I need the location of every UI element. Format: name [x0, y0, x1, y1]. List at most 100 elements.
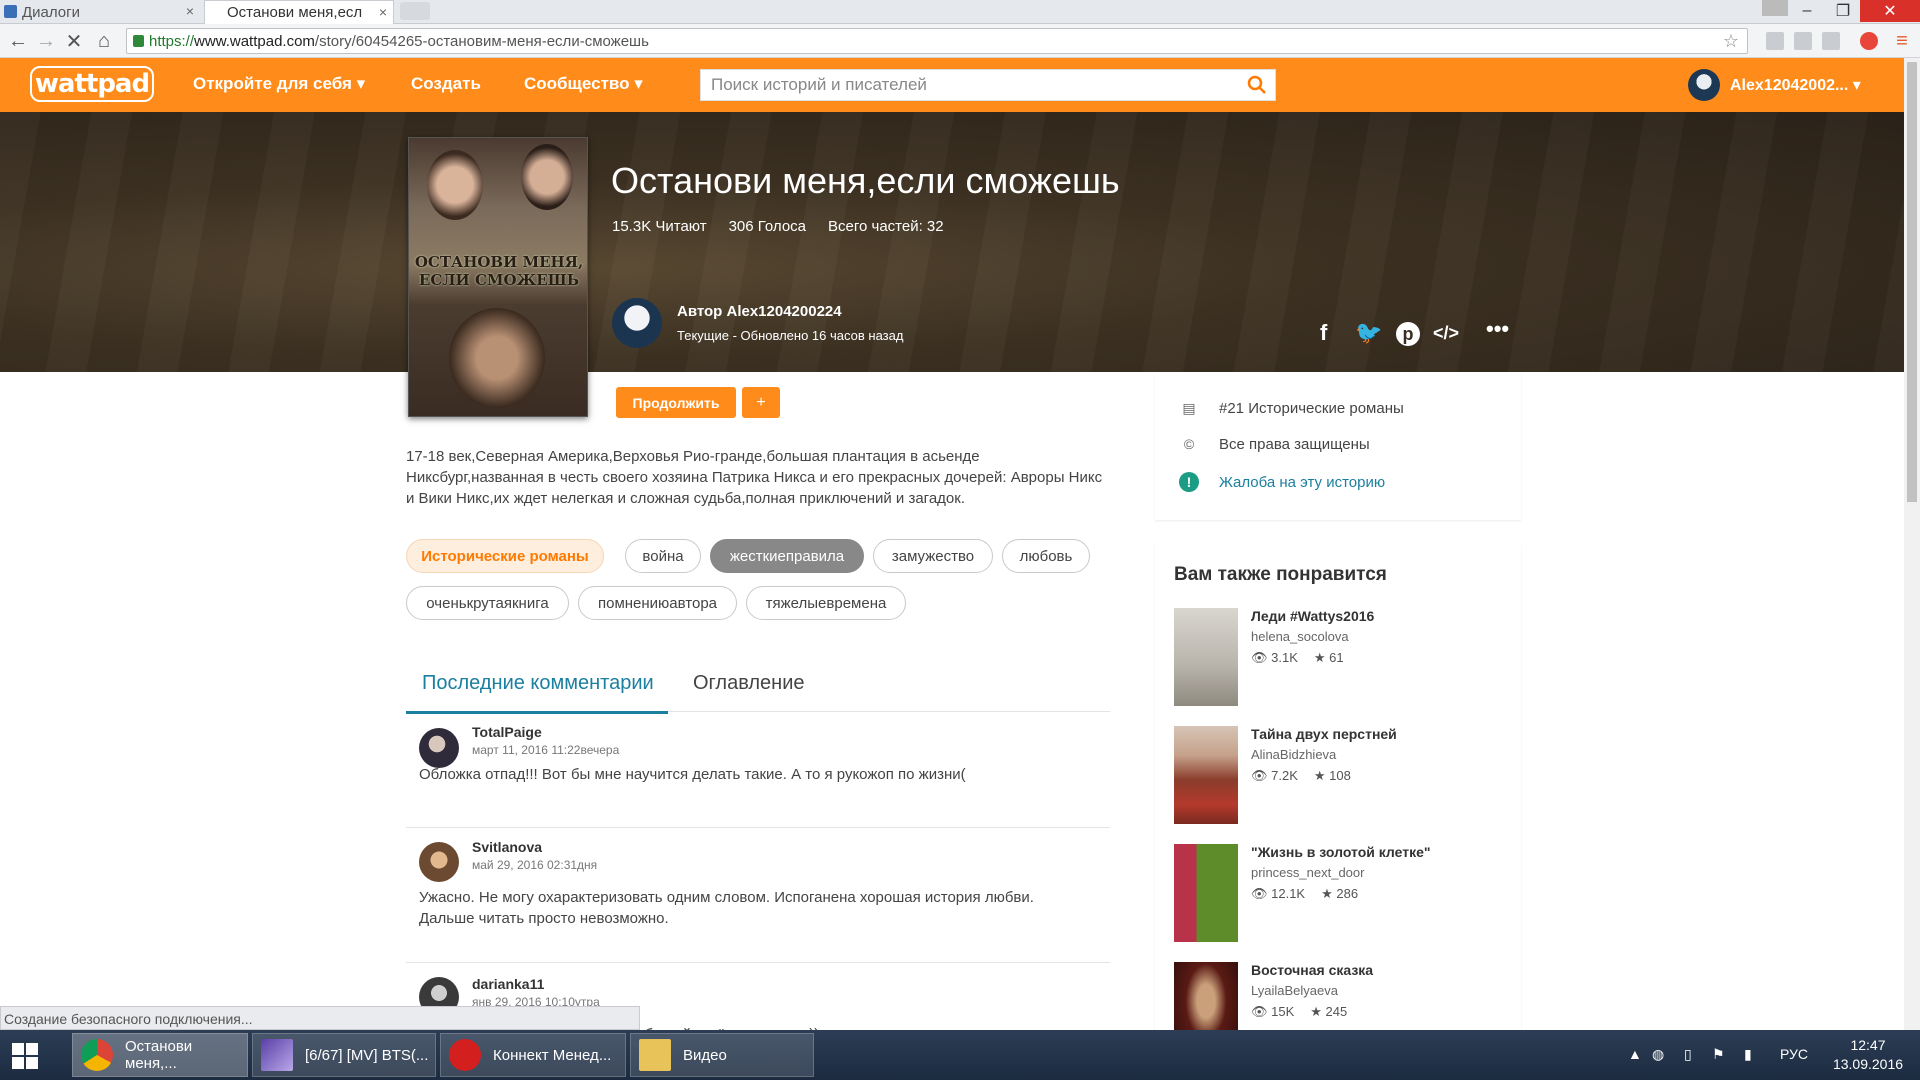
tag-chip[interactable]: жесткиеправила [710, 539, 864, 573]
wattpad-logo[interactable]: wattpad [30, 66, 154, 102]
stop-button[interactable]: ✕ [62, 29, 86, 53]
pinterest-icon[interactable]: p [1396, 322, 1420, 346]
url-scheme: https:// [149, 32, 195, 50]
rec-author[interactable]: helena_socolova [1251, 629, 1349, 644]
search-input[interactable]: Поиск историй и писателей [700, 69, 1276, 101]
signal-icon[interactable]: ▮ [1744, 1046, 1752, 1063]
more-icon[interactable]: ••• [1486, 316, 1509, 342]
rec-cover[interactable] [1174, 844, 1238, 942]
extension-icon[interactable] [1822, 32, 1840, 50]
rec-title[interactable]: "Жизнь в золотой клетке" [1251, 844, 1431, 860]
rec-cover[interactable] [1174, 608, 1238, 706]
close-window-button[interactable]: ✕ [1860, 0, 1920, 22]
comment-author[interactable]: darianka11 [472, 976, 544, 992]
rec-cover[interactable] [1174, 962, 1238, 1032]
target-extension-icon[interactable] [1860, 32, 1878, 50]
rec-author[interactable]: AlinaBidzhieva [1251, 747, 1336, 762]
rec-item[interactable]: "Жизнь в золотой клетке" princess_next_d… [1174, 844, 1504, 944]
author-name[interactable]: Автор Alex1204200224 [677, 303, 842, 320]
forward-button[interactable]: → [34, 29, 58, 53]
add-to-list-button[interactable]: + [742, 387, 780, 418]
story-stats: 15.3K Читают 306 Голоса Всего частей: 32 [612, 218, 944, 235]
avatar[interactable] [419, 842, 459, 882]
tab-comments[interactable]: Последние комментарии [406, 672, 668, 714]
back-button[interactable]: ← [6, 29, 30, 53]
close-icon[interactable]: × [186, 3, 194, 19]
rec-cover[interactable] [1174, 726, 1238, 824]
network-icon[interactable]: ◍ [1652, 1046, 1664, 1063]
reads-count: 15.3K Читают [612, 218, 707, 235]
story-cover-image: ОСТАНОВИ МЕНЯ, ЕСЛИ СМОЖЕШЬ [408, 137, 588, 417]
search-placeholder: Поиск историй и писателей [711, 75, 927, 94]
browser-tab-story[interactable]: Останови меня,есл × [204, 0, 394, 24]
tag-chip[interactable]: тяжелыевремена [746, 586, 906, 620]
taskbar-item-connect[interactable]: Коннект Менед... [440, 1033, 626, 1077]
rec-title[interactable]: Тайна двух перстней [1251, 726, 1397, 742]
show-hidden-icons-icon[interactable]: ▲ [1628, 1046, 1642, 1062]
eye-icon: 👁 12.1K [1251, 886, 1306, 901]
comment-author[interactable]: Svitlanova [472, 839, 542, 855]
close-icon[interactable]: × [379, 4, 387, 20]
tab-toc[interactable]: Оглавление [693, 672, 805, 695]
new-tab-button[interactable] [400, 2, 430, 20]
rec-title[interactable]: Леди #Wattys2016 [1251, 608, 1374, 624]
rec-item[interactable]: Леди #Wattys2016 helena_socolova 👁 3.1K ★… [1174, 608, 1504, 708]
language-indicator[interactable]: РУС [1780, 1046, 1808, 1062]
continue-reading-button[interactable]: Продолжить [616, 387, 736, 418]
user-menu[interactable]: Alex12042002... ▾ [1688, 69, 1861, 101]
rec-reads: 7.2K [1271, 768, 1298, 783]
facebook-icon[interactable]: f [1320, 320, 1327, 346]
tag-chip[interactable]: Исторические романы [406, 539, 604, 573]
extension-icon[interactable] [1794, 32, 1812, 50]
tag-chip[interactable]: война [625, 539, 701, 573]
address-bar[interactable]: https://www.wattpad.com/story/60454265-о… [126, 28, 1748, 54]
browser-tab-dialogs[interactable]: Диалоги × [0, 0, 200, 24]
tag-chip[interactable]: помнениюавтора [578, 586, 737, 620]
maximize-button[interactable]: ❐ [1822, 0, 1864, 22]
tag-chip[interactable]: любовь [1002, 539, 1090, 573]
bookmark-star-icon[interactable]: ☆ [1723, 31, 1739, 52]
search-icon[interactable] [1247, 75, 1267, 95]
discover-menu[interactable]: Откройте для себя ▾ [193, 74, 365, 94]
media-player-icon [261, 1039, 293, 1071]
rec-reads: 15K [1271, 1004, 1295, 1019]
community-menu[interactable]: Сообщество ▾ [524, 74, 643, 94]
wattpad-favicon-icon [209, 6, 222, 19]
eye-icon: 👁 7.2K [1251, 768, 1298, 783]
extension-icon[interactable] [1766, 32, 1784, 50]
tag-chip[interactable]: замужество [873, 539, 993, 573]
clock[interactable]: 12:47 13.09.2016 [1826, 1036, 1910, 1074]
rec-title[interactable]: Восточная сказка [1251, 962, 1373, 978]
profile-icon[interactable] [1762, 0, 1788, 16]
taskbar-label: [6/67] [MV] BTS(... [305, 1046, 429, 1064]
folder-icon [639, 1039, 671, 1071]
twitter-icon[interactable]: 🐦 [1355, 320, 1382, 346]
tab-label: Диалоги [22, 3, 80, 21]
report-link[interactable]: ! Жалоба на эту историю [1179, 472, 1385, 492]
embed-icon[interactable]: </> [1433, 323, 1459, 344]
menu-icon[interactable]: ≡ [1890, 29, 1914, 53]
home-button[interactable]: ⌂ [92, 29, 116, 53]
rank-item[interactable]: ▤ #21 Исторические романы [1179, 398, 1403, 418]
rec-item[interactable]: Восточная сказка LyailaBelyaeva 👁 15K ★ 2… [1174, 962, 1504, 1032]
taskbar-item-folder[interactable]: Видео [630, 1033, 814, 1077]
rec-author[interactable]: princess_next_door [1251, 865, 1364, 880]
author-avatar[interactable] [612, 298, 662, 348]
comment-text: Ужасно. Не могу охарактеризовать одним с… [419, 889, 1034, 927]
taskbar-item-player[interactable]: [6/67] [MV] BTS(... [252, 1033, 436, 1077]
rec-item[interactable]: Тайна двух перстней AlinaBidzhieva 👁 7.2… [1174, 726, 1504, 826]
rec-votes: 108 [1329, 768, 1351, 783]
tag-chip[interactable]: оченькрутаякнига [406, 586, 569, 620]
avatar[interactable] [419, 728, 459, 768]
star-icon: ★ 61 [1313, 650, 1344, 665]
comment-date: май 29, 2016 02:31дня [472, 858, 598, 872]
battery-icon[interactable]: ▯ [1684, 1046, 1692, 1063]
alert-icon: ! [1179, 472, 1199, 492]
windows-start-icon[interactable] [12, 1043, 38, 1069]
scrollbar-thumb[interactable] [1907, 62, 1917, 502]
comment-author[interactable]: TotalPaige [472, 724, 542, 740]
taskbar-item-chrome[interactable]: Останови меня,... [72, 1033, 248, 1077]
rec-author[interactable]: LyailaBelyaeva [1251, 983, 1338, 998]
flag-icon[interactable]: ⚑ [1712, 1046, 1725, 1063]
create-link[interactable]: Создать [411, 74, 481, 94]
